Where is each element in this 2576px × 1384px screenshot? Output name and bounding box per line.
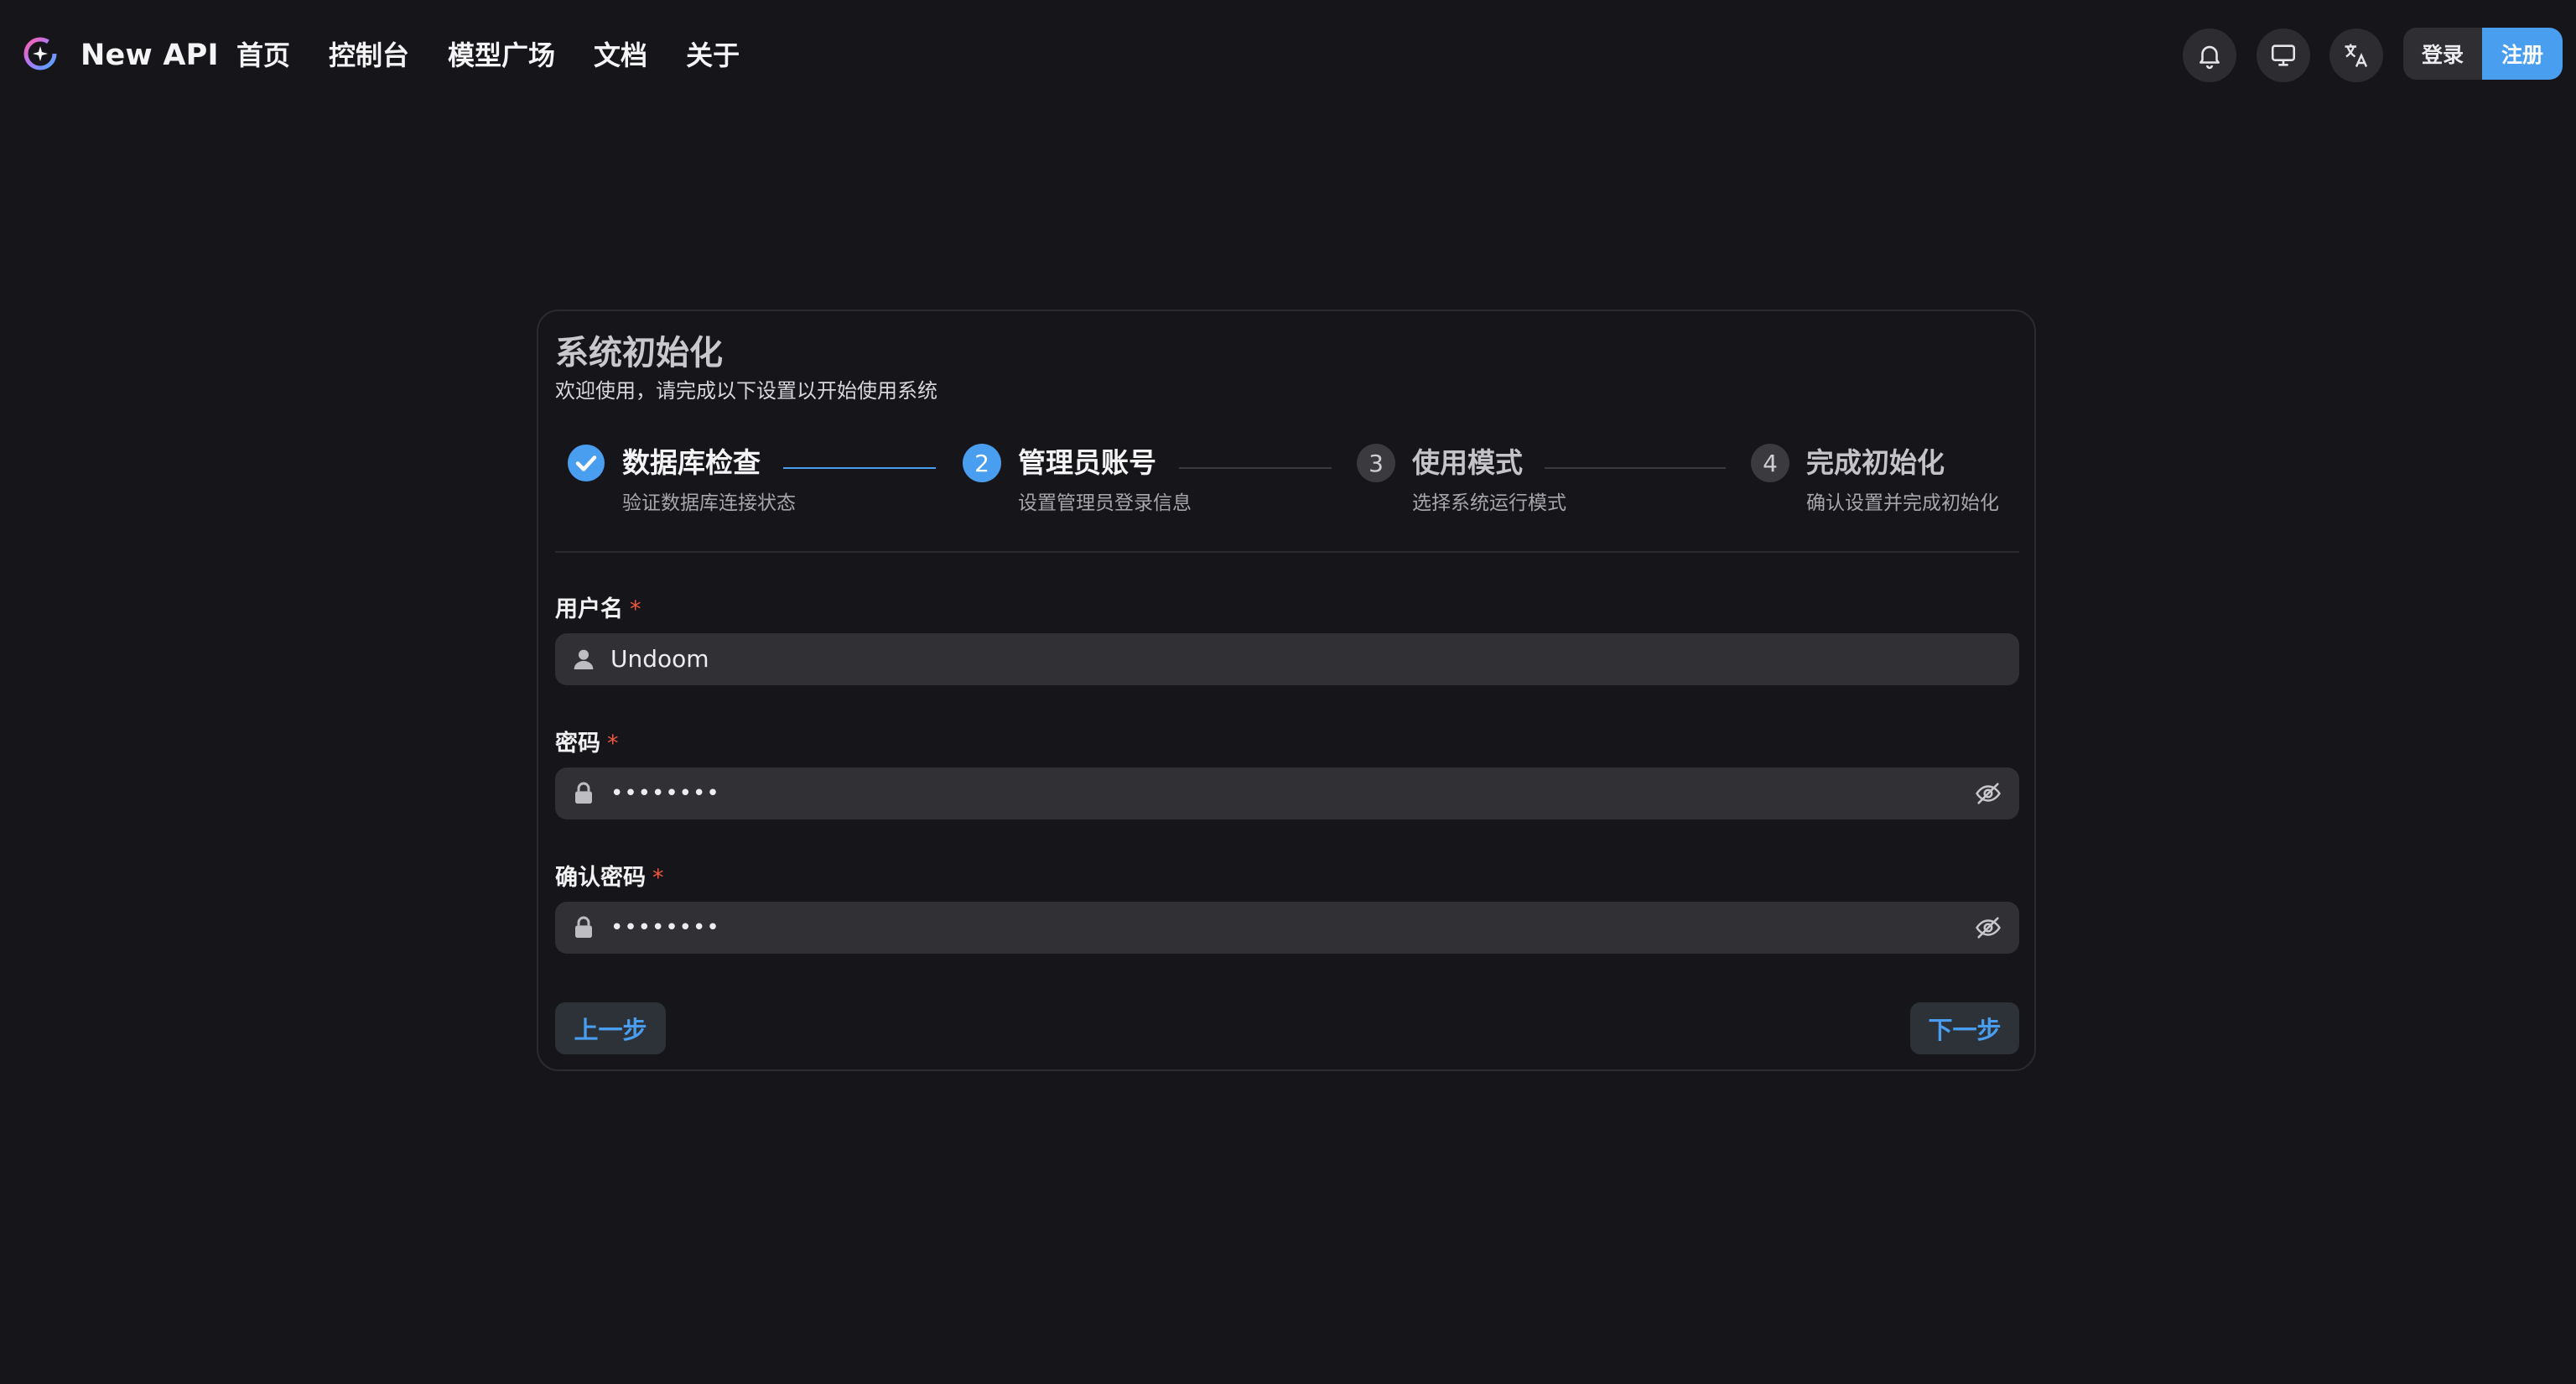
monitor-icon xyxy=(2271,44,2296,66)
step-1-title: 数据库检查 xyxy=(622,446,761,479)
eye-off-icon[interactable] xyxy=(1974,913,2002,942)
lock-icon xyxy=(575,782,592,804)
theme-toggle-button[interactable] xyxy=(2257,29,2310,82)
nav-about[interactable]: 关于 xyxy=(686,35,740,75)
prev-step-button[interactable]: 上一步 xyxy=(555,1002,666,1054)
confirm-password-input[interactable]: •••••••• xyxy=(555,902,2019,954)
page-subtitle: 欢迎使用，请完成以下设置以开始使用系统 xyxy=(555,379,937,403)
step-2-title: 管理员账号 xyxy=(1018,446,1156,479)
required-mark: * xyxy=(630,596,641,622)
username-input[interactable]: Undoom xyxy=(555,633,2019,685)
step-3-indicator: 3 xyxy=(1357,444,1395,482)
password-input[interactable]: •••••••• xyxy=(555,767,2019,819)
login-button[interactable]: 登录 xyxy=(2403,28,2482,80)
username-label: 用户名 * xyxy=(555,593,641,627)
user-icon xyxy=(574,649,594,669)
step-2-connector xyxy=(1179,467,1332,469)
password-value[interactable]: •••••••• xyxy=(610,767,720,819)
step-1-desc: 验证数据库连接状态 xyxy=(622,492,796,514)
notifications-button[interactable] xyxy=(2183,29,2236,82)
confirm-password-label-text: 确认密码 xyxy=(555,865,646,891)
nav-model-square[interactable]: 模型广场 xyxy=(448,35,555,75)
required-mark: * xyxy=(652,865,664,891)
step-3-title: 使用模式 xyxy=(1412,446,1523,479)
step-3-connector xyxy=(1545,467,1726,469)
username-label-text: 用户名 xyxy=(555,596,623,622)
setup-card: 系统初始化 欢迎使用，请完成以下设置以开始使用系统 数据库检查 验证数据库连接状… xyxy=(537,310,2036,1071)
password-label-text: 密码 xyxy=(555,731,600,757)
main-nav: 首页 控制台 模型广场 文档 关于 xyxy=(236,35,740,75)
step-4-title: 完成初始化 xyxy=(1806,446,1945,479)
logo-icon[interactable] xyxy=(22,35,59,72)
step-2-indicator: 2 xyxy=(963,444,1001,482)
register-button[interactable]: 注册 xyxy=(2482,28,2563,80)
step-3-desc: 选择系统运行模式 xyxy=(1412,492,1566,514)
language-button[interactable] xyxy=(2329,29,2383,82)
step-1-indicator xyxy=(567,444,605,482)
nav-home[interactable]: 首页 xyxy=(236,35,290,75)
username-value[interactable]: Undoom xyxy=(610,633,709,685)
confirm-password-value[interactable]: •••••••• xyxy=(610,902,720,954)
step-4-indicator: 4 xyxy=(1751,444,1789,482)
check-circle-icon xyxy=(568,445,605,481)
required-mark: * xyxy=(607,731,619,757)
step-1-connector xyxy=(783,467,936,469)
confirm-password-label: 确认密码 * xyxy=(555,861,664,895)
step-4-desc: 确认设置并完成初始化 xyxy=(1806,492,1999,514)
password-label: 密码 * xyxy=(555,727,619,761)
bell-icon xyxy=(2199,45,2220,70)
nav-docs[interactable]: 文档 xyxy=(594,35,647,75)
auth-buttons: 登录 注册 xyxy=(2403,28,2563,80)
brand-name[interactable]: New API xyxy=(80,35,219,75)
nav-console[interactable]: 控制台 xyxy=(329,35,409,75)
top-navbar: New API 首页 控制台 模型广场 文档 关于 登录 注册 xyxy=(0,0,2576,111)
step-2-desc: 设置管理员登录信息 xyxy=(1018,492,1192,514)
lock-icon xyxy=(575,916,592,938)
steps-divider xyxy=(555,551,2019,553)
page-title: 系统初始化 xyxy=(555,334,723,372)
translate-icon xyxy=(2345,44,2368,67)
next-step-button[interactable]: 下一步 xyxy=(1910,1002,2019,1054)
eye-off-icon[interactable] xyxy=(1974,779,2002,808)
